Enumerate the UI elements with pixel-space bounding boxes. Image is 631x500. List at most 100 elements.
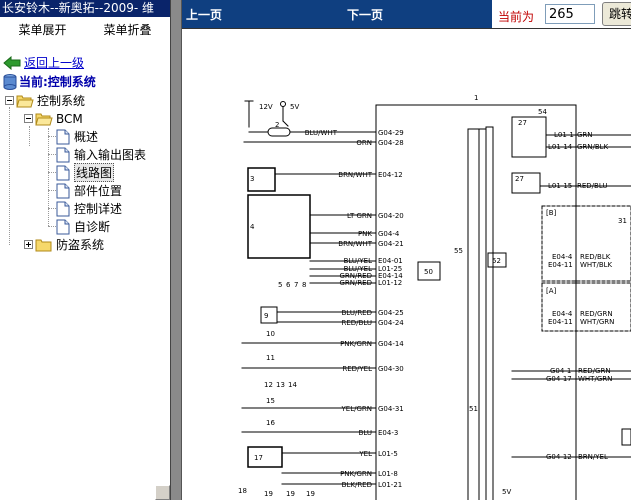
label-12v: 12V <box>259 103 273 111</box>
wire-pin: G04-1 <box>550 367 571 375</box>
wire-pin: L01-15 <box>548 182 572 190</box>
wire-pin: L01-5 <box>378 450 398 458</box>
component-14-label: 14 <box>288 381 297 389</box>
current-location: 当前:控制系统 <box>3 73 96 90</box>
back-link[interactable]: 返回上一级 <box>24 54 84 71</box>
tree-node-label[interactable]: BCM <box>56 112 83 126</box>
left-navigation-panel: 长安铃木--新奥拓--2009- 维 菜单展开 菜单折叠 返回上一级 当前:控制… <box>0 0 170 500</box>
component-18-label: 18 <box>238 487 247 495</box>
relay-label: 27 <box>515 175 524 183</box>
wire-label: RED/BLK <box>580 253 611 261</box>
wire-label: RED/BLU <box>577 182 608 190</box>
collapse-toggle-icon[interactable] <box>5 96 14 105</box>
wire-pin: G04-20 <box>378 212 404 220</box>
wire-label: ORN <box>356 139 372 147</box>
back-link-row[interactable]: 返回上一级 <box>3 54 84 71</box>
menu-expand-button[interactable]: 菜单展开 <box>0 17 85 43</box>
wire-label: GRN <box>577 131 593 139</box>
wire-label: BRN/WHT <box>338 171 372 179</box>
wire-label: BLU/RED <box>341 309 372 317</box>
tree-item-component-location[interactable]: 部件位置 <box>56 182 122 199</box>
current-location-label: 当前:控制系统 <box>19 75 96 89</box>
bcm-module-box <box>375 104 577 500</box>
wire-pin: G04-4 <box>378 230 400 238</box>
tree-item-label[interactable]: 控制详述 <box>74 200 122 217</box>
navigation-bar-background <box>182 0 492 28</box>
document-icon <box>56 201 70 216</box>
collapse-toggle-icon[interactable] <box>24 114 33 123</box>
wiring-diagram-svg: 1 12V 5V 2 BLU/WHT G04-29 ORN G04-28 3 B… <box>238 94 631 500</box>
wire-label: WHT/BLK <box>580 261 613 269</box>
component-4-label: 4 <box>250 223 255 231</box>
tree-item-control-details[interactable]: 控制详述 <box>56 200 122 217</box>
component-11-label: 11 <box>266 354 275 362</box>
current-page-label: 当前为 <box>498 10 535 24</box>
component-51-label: 51 <box>469 405 478 413</box>
component-3-label: 3 <box>250 175 254 183</box>
wire-label: PNK/GRN <box>340 340 372 348</box>
wire-label: PNK <box>358 230 372 238</box>
tree-connector <box>9 107 10 245</box>
wire-pin: G04-25 <box>378 309 404 317</box>
wire-label: RED/GRN <box>580 310 613 318</box>
wire-label: BLU/YEL <box>344 257 373 265</box>
back-arrow-icon <box>3 55 21 70</box>
wire-pin: G04-30 <box>378 365 404 373</box>
component-9-label: 9 <box>264 312 268 320</box>
content-panel: 上一页 下一页 当前为 跳转 1 12V 5V 2 <box>182 0 631 500</box>
previous-page-button[interactable]: 上一页 <box>186 6 222 23</box>
component-31-label: 31 <box>618 217 627 225</box>
component-17-label: 17 <box>254 454 263 462</box>
component-10-label: 10 <box>266 330 275 338</box>
menu-collapse-button[interactable]: 菜单折叠 <box>85 17 170 43</box>
tree-node-anti-theft[interactable]: 防盗系统 <box>24 236 104 253</box>
component-15-label: 15 <box>266 397 275 405</box>
expand-toggle-icon[interactable] <box>24 240 33 249</box>
label-5v-bottom: 5V <box>502 488 511 496</box>
tree-item-label[interactable]: 输入输出图表 <box>74 146 146 163</box>
component-16-label: 16 <box>266 419 275 427</box>
wire-pin: G04-12 <box>546 453 572 461</box>
wire-pin: E04-11 <box>548 261 573 269</box>
tree-node-bcm[interactable]: BCM <box>24 110 83 127</box>
database-icon <box>3 73 17 90</box>
wire-pin: E04-11 <box>548 318 573 326</box>
wire-label: BRN/WHT <box>338 240 372 248</box>
component-8-label: 8 <box>302 281 306 289</box>
box-a-label: [A] <box>546 287 557 295</box>
page-navigation-bar: 上一页 下一页 当前为 跳转 <box>182 0 631 28</box>
tree-item-wiring-diagram[interactable]: 线路图 <box>56 163 115 182</box>
wire-label: BLU <box>359 429 372 437</box>
tree-node-label[interactable]: 控制系统 <box>37 92 85 109</box>
tree-item-label-selected[interactable]: 线路图 <box>74 163 115 182</box>
panel-splitter[interactable] <box>170 0 182 500</box>
tree-node-control-system[interactable]: 控制系统 <box>5 92 85 109</box>
component-12-label: 12 <box>264 381 273 389</box>
wire-pin: E04-4 <box>552 253 573 261</box>
next-page-button[interactable]: 下一页 <box>347 6 383 23</box>
box-b-label: [B] <box>546 209 557 217</box>
tree-item-label[interactable]: 概述 <box>74 128 98 145</box>
wire-pin: G04-21 <box>378 240 404 248</box>
window-title: 长安铃木--新奥拓--2009- 维 <box>0 0 170 17</box>
tree-node-label[interactable]: 防盗系统 <box>56 236 104 253</box>
wire-pin: L01-12 <box>378 279 402 287</box>
component-55-label: 55 <box>454 247 463 255</box>
component-19-label: 19 <box>264 490 273 498</box>
component-52-label: 52 <box>492 257 501 265</box>
tree-connector <box>48 208 56 209</box>
wire-label: BRN/YEL <box>578 453 608 461</box>
tree-connector <box>48 154 56 155</box>
page-number-input[interactable] <box>545 4 595 24</box>
wire-label: WHT/GRN <box>578 375 612 383</box>
tree-item-io-chart[interactable]: 输入输出图表 <box>56 146 146 163</box>
tree-item-label[interactable]: 自诊断 <box>74 218 110 235</box>
tree-item-self-diagnosis[interactable]: 自诊断 <box>56 218 110 235</box>
tree-connector <box>29 126 30 146</box>
jump-button[interactable]: 跳转 <box>602 2 631 26</box>
scrollbar-corner <box>155 485 170 500</box>
wire-label: GRN/BLK <box>577 143 609 151</box>
tree-item-label[interactable]: 部件位置 <box>74 182 122 199</box>
tree-item-overview[interactable]: 概述 <box>56 128 98 145</box>
folder-icon <box>35 239 52 251</box>
